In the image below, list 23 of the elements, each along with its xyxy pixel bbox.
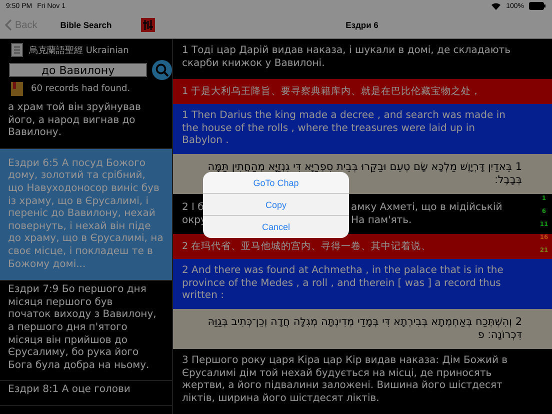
action-sheet-button[interactable]: GoTo Chap [203, 172, 349, 194]
battery-icon [529, 2, 546, 10]
search-button[interactable] [152, 60, 172, 80]
bookmark-book-icon [11, 82, 23, 96]
verse-text[interactable]: 2 וְהִשְׁתְּכַח בְּאַחְמְתָא בְּבִירְתָא דִּי בְּמָדַי מְדִינְתָּה מְגִלָּה חֲדָה וְכֵן־כְּתִיב בְּגַוַּהּ דִּכְרוֹנָה׃ פ [173, 309, 552, 349]
back-chevron-icon [5, 19, 12, 31]
search-result[interactable]: Ездри 7:9 Бо першого дня місяця першого був початок виходу з Вавилону, а першого дня п'ятого місяця він прийшов до Єрусалиму, бо рука його Бога була добра на ньому. [0, 281, 172, 382]
sliders-icon[interactable] [140, 18, 155, 32]
verse-text[interactable]: 2 And there was found at Achmetha , in the palace that is in the province of the Medes , a roll , and therein [ was ] a record thus written : [173, 259, 552, 309]
verse-text: амку Ахметі, що в мідійській [351, 202, 502, 214]
chapter-title: Ездри 6 [346, 20, 378, 30]
verse-text: На пам'ять. [351, 214, 412, 227]
verse-text: 2 І б [182, 202, 204, 214]
result-count: 60 records had found. [31, 84, 130, 94]
version-label: 烏克蘭語聖經 Ukrainian [29, 44, 129, 56]
verse-text[interactable]: 1 Then Darius the king made a decree , and search was made in the house of the rolls , where the treasures were laid up in Babylon . [173, 104, 552, 154]
action-sheet-button[interactable]: Copy [203, 194, 349, 216]
search-result[interactable]: Ездри 8:1 А оце голови [0, 381, 172, 406]
search-field[interactable]: до Вавилону [9, 63, 147, 77]
verse-text[interactable]: 1 于是大利乌王降旨、要寻察典籍库内、就是在巴比伦藏宝物之处， [173, 79, 552, 104]
wifi-icon [491, 2, 502, 10]
book-icon [11, 43, 23, 57]
nav-title: Bible Search [60, 20, 112, 30]
